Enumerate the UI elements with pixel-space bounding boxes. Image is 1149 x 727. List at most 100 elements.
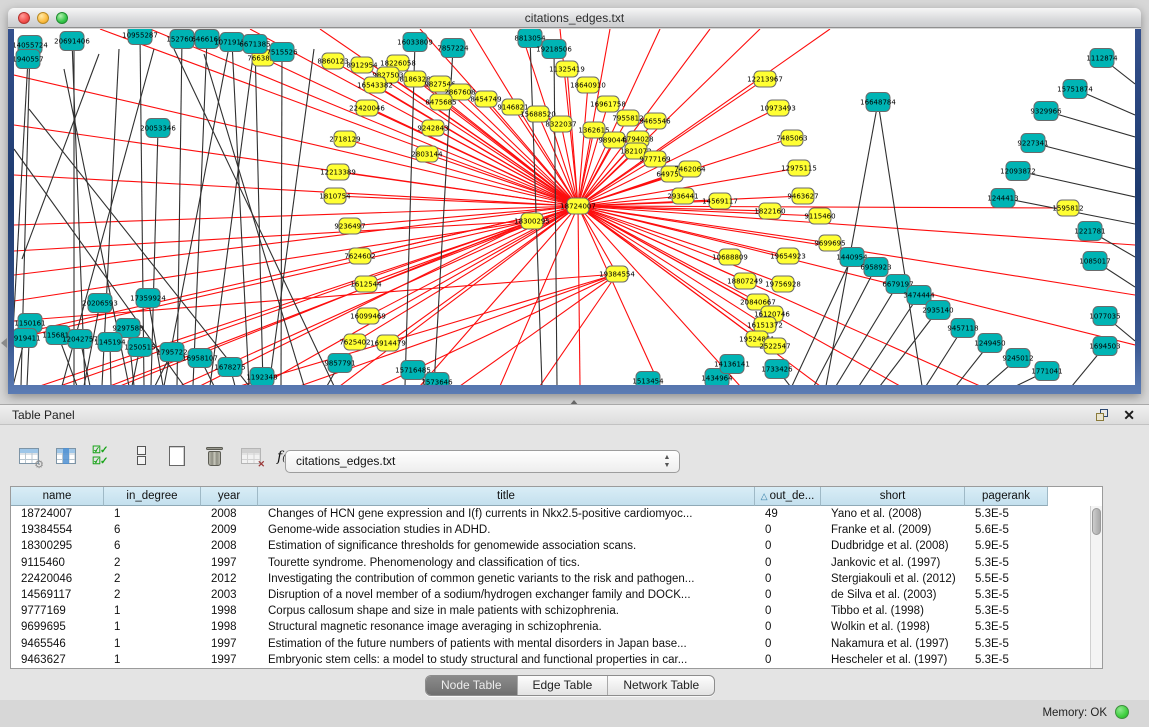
graph-edge[interactable] <box>260 206 578 385</box>
column-header-out_de[interactable]: △out_de... <box>755 487 821 506</box>
float-panel-icon[interactable] <box>1096 409 1109 422</box>
graph-node[interactable]: 1249450 <box>974 334 1005 353</box>
graph-node[interactable]: 10955287 <box>122 29 158 45</box>
table-cell[interactable]: 49 <box>755 506 821 522</box>
table-vertical-scrollbar[interactable] <box>1090 506 1102 668</box>
graph-node[interactable]: 12213389 <box>320 164 356 180</box>
panel-collapse-arrow-icon[interactable] <box>1 338 7 348</box>
graph-edge[interactable] <box>177 39 182 385</box>
graph-node[interactable]: 12975115 <box>781 160 817 176</box>
column-header-in_degree[interactable]: in_degree <box>104 487 201 506</box>
graph-node[interactable]: 1250515 <box>124 338 155 357</box>
graph-node[interactable]: 12093872 <box>1000 162 1036 181</box>
table-cell[interactable]: 19384554 <box>11 522 104 538</box>
table-cell[interactable]: 22420046 <box>11 571 104 587</box>
table-cell[interactable]: 0 <box>755 555 821 571</box>
graph-node[interactable]: 9115460 <box>804 208 835 224</box>
close-panel-icon[interactable]: ✕ <box>1123 407 1135 423</box>
table-cell[interactable]: 5.3E-5 <box>965 506 1048 522</box>
network-canvas[interactable]: 1872400718300295193845547663822886012389… <box>14 29 1135 385</box>
graph-node[interactable]: 9457118 <box>947 319 978 338</box>
table-cell[interactable]: 1 <box>104 619 201 635</box>
table-cell[interactable]: Corpus callosum shape and size in male p… <box>258 603 755 619</box>
table-cell[interactable]: 2009 <box>201 522 258 538</box>
graph-node[interactable]: 1077035 <box>1089 307 1120 326</box>
table-cell[interactable]: 1997 <box>201 555 258 571</box>
graph-node[interactable]: 19756928 <box>765 276 801 292</box>
graph-node[interactable]: 1810754 <box>319 188 351 204</box>
graph-node[interactable]: 1145194 <box>94 333 126 352</box>
graph-node[interactable]: 1694503 <box>1089 337 1120 356</box>
table-cell[interactable]: Genome-wide association studies in ADHD. <box>258 522 755 538</box>
table-row[interactable]: 969969511998Structural magnetic resonanc… <box>11 619 1048 635</box>
graph-node[interactable]: 1822160 <box>754 203 785 219</box>
table-row[interactable]: 946554611997Estimation of the future num… <box>11 636 1048 652</box>
graph-node[interactable]: 10688809 <box>712 249 748 265</box>
graph-node[interactable]: 1771041 <box>1031 362 1062 381</box>
delete-table-icon[interactable] <box>203 445 227 469</box>
graph-node[interactable]: 9699695 <box>814 235 845 251</box>
table-cell[interactable]: 0 <box>755 538 821 554</box>
graph-node[interactable]: 1221781 <box>1074 222 1105 241</box>
table-cell[interactable]: 14569117 <box>11 587 104 603</box>
graph-edge[interactable] <box>14 221 532 251</box>
table-cell[interactable]: Changes of HCN gene expression and I(f) … <box>258 506 755 522</box>
table-cell[interactable]: 6 <box>104 538 201 554</box>
table-cell[interactable]: 9699695 <box>11 619 104 635</box>
graph-node[interactable]: 7462064 <box>674 161 706 177</box>
table-cell[interactable]: Wolkin et al. (1998) <box>821 619 965 635</box>
table-cell[interactable]: 9465546 <box>11 636 104 652</box>
table-cell[interactable]: 9463627 <box>11 652 104 668</box>
graph-node[interactable]: 9465546 <box>639 113 671 129</box>
graph-node[interactable]: 2718129 <box>329 131 360 147</box>
new-table-icon[interactable] <box>166 445 190 469</box>
table-row[interactable]: 1456911722003Disruption of a novel membe… <box>11 587 1048 603</box>
graph-node[interactable]: 1733426 <box>761 360 793 379</box>
table-row[interactable]: 911546021997Tourette syndrome. Phenomeno… <box>11 555 1048 571</box>
graph-node[interactable]: 7857224 <box>437 39 469 58</box>
table-cell[interactable]: Hescheler et al. (1997) <box>821 652 965 668</box>
table-cell[interactable]: 1 <box>104 652 201 668</box>
table-cell[interactable]: 6 <box>104 522 201 538</box>
table-cell[interactable]: Tourette syndrome. Phenomenology and cla… <box>258 555 755 571</box>
graph-node[interactable]: 16914479 <box>370 335 406 351</box>
table-row[interactable]: 1938455462009Genome-wide association stu… <box>11 522 1048 538</box>
table-settings-icon[interactable]: ⚙ <box>18 445 42 469</box>
graph-edge[interactable] <box>880 310 938 385</box>
graph-node[interactable]: 3919411 <box>14 329 41 348</box>
scrollbar-thumb[interactable] <box>1092 508 1101 535</box>
table-row[interactable]: 1872400712008Changes of HCN gene express… <box>11 506 1048 522</box>
table-row[interactable]: 977716911998Corpus callosum shape and si… <box>11 603 1048 619</box>
column-header-title[interactable]: title <box>258 487 755 506</box>
table-row[interactable]: 2242004622012Investigating the contribut… <box>11 571 1048 587</box>
table-cell[interactable]: Estimation of the future numbers of pati… <box>258 636 755 652</box>
table-cell[interactable]: 0 <box>755 636 821 652</box>
table-cell[interactable]: 9777169 <box>11 603 104 619</box>
table-cell[interactable]: 0 <box>755 571 821 587</box>
graph-node[interactable]: 12213967 <box>747 71 783 87</box>
column-header-short[interactable]: short <box>821 487 965 506</box>
graph-edge[interactable] <box>174 49 334 385</box>
graph-node[interactable]: 1085017 <box>1079 252 1110 271</box>
graph-edge[interactable] <box>355 206 578 342</box>
table-cell[interactable]: 2003 <box>201 587 258 603</box>
table-cell[interactable]: 5.3E-5 <box>965 636 1048 652</box>
table-cell[interactable]: 5.3E-5 <box>965 555 1048 571</box>
graph-edge[interactable] <box>255 44 263 385</box>
table-cell[interactable]: 2 <box>104 571 201 587</box>
graph-node[interactable]: 1513454 <box>632 372 664 386</box>
table-cell[interactable]: 5.3E-5 <box>965 619 1048 635</box>
graph-edge[interactable] <box>878 102 922 385</box>
table-cell[interactable]: 1997 <box>201 636 258 652</box>
graph-edge[interactable] <box>150 29 578 206</box>
table-cell[interactable]: 5.9E-5 <box>965 538 1048 554</box>
graph-node[interactable]: 9245012 <box>1002 349 1033 368</box>
graph-node[interactable]: 9857791 <box>324 354 355 373</box>
table-cell[interactable]: 0 <box>755 603 821 619</box>
table-cell[interactable]: 5.6E-5 <box>965 522 1048 538</box>
graph-edge[interactable] <box>792 257 852 385</box>
table-cell[interactable]: Estimation of significance thresholds fo… <box>258 538 755 554</box>
graph-edge[interactable] <box>836 284 898 385</box>
graph-node[interactable]: 16033809 <box>397 33 433 52</box>
graph-edge[interactable] <box>578 206 765 325</box>
